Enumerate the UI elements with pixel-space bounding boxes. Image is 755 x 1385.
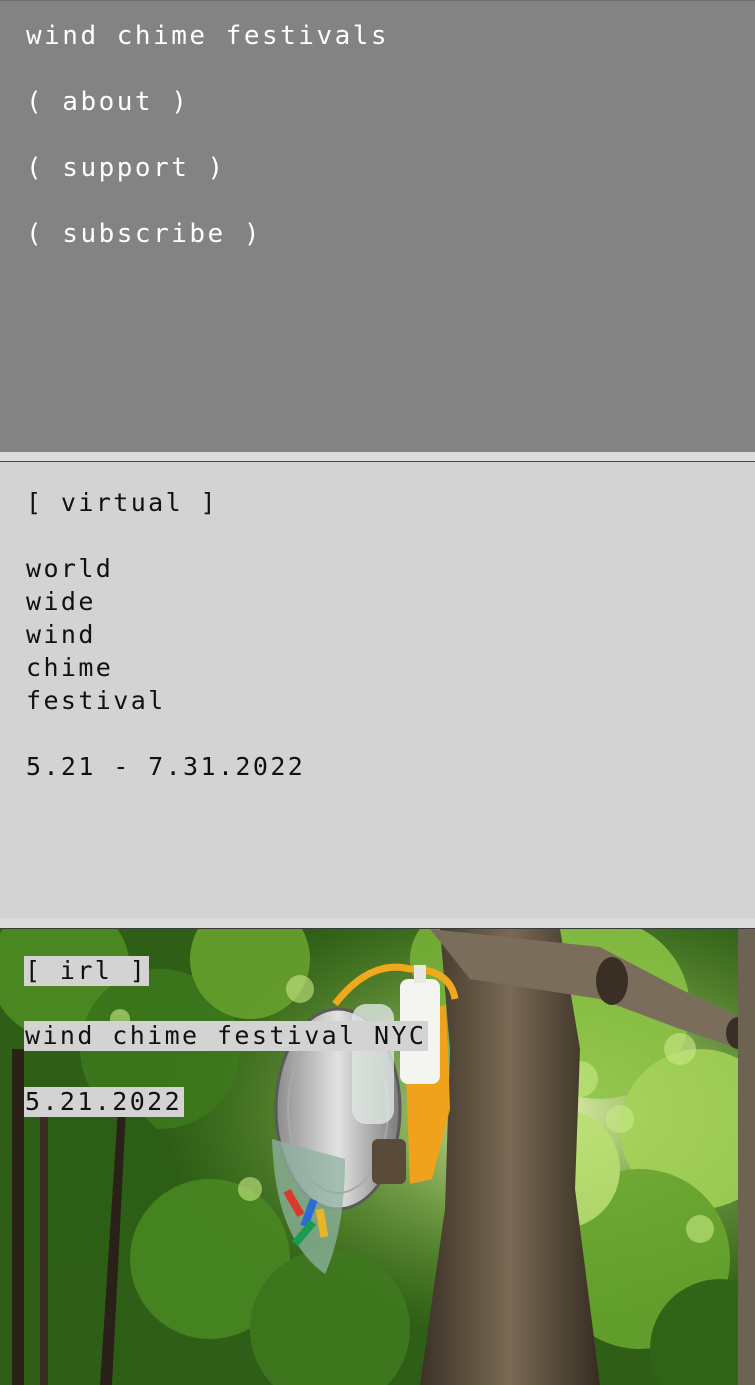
festival-name-line: wide	[26, 587, 96, 616]
festival-name-line: world	[26, 554, 114, 583]
irl-festival-card[interactable]: [ irl ] wind chime festival NYC 5.21.202…	[0, 929, 755, 1385]
site-nav: wind chime festivals ( about ) ( support…	[0, 0, 755, 452]
festival-name-line: chime	[26, 653, 114, 682]
irl-event-date: 5.21.2022	[24, 1087, 185, 1117]
nav-link-subscribe[interactable]: ( subscribe )	[26, 219, 262, 249]
forest-wind-chime-photo	[0, 929, 755, 1385]
irl-event-name: wind chime festival NYC	[24, 1021, 429, 1051]
festival-name-line: wind	[26, 620, 96, 649]
nav-link-about[interactable]: ( about )	[26, 87, 189, 117]
virtual-festival-card[interactable]: [ virtual ] world wide wind chime festiv…	[0, 462, 755, 918]
site-title[interactable]: wind chime festivals	[26, 21, 389, 51]
section-gap	[0, 918, 755, 928]
nav-link-support[interactable]: ( support )	[26, 153, 226, 183]
section-gap	[0, 452, 755, 461]
irl-tag: [ irl ]	[24, 956, 150, 986]
festival-dates: 5.21 - 7.31.2022	[26, 752, 306, 781]
virtual-tag: [ virtual ]	[26, 488, 218, 517]
festival-name-line: festival	[26, 686, 166, 715]
